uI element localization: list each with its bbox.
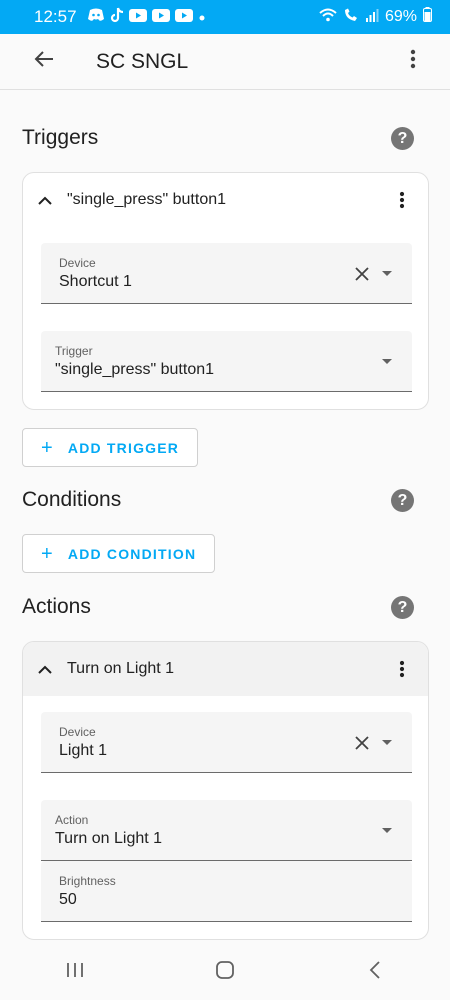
signal-icon bbox=[365, 8, 379, 27]
dropdown-arrow-icon[interactable] bbox=[382, 828, 392, 833]
clear-icon[interactable] bbox=[354, 266, 370, 282]
recents-button[interactable] bbox=[45, 953, 105, 993]
help-icon[interactable]: ? bbox=[391, 127, 414, 150]
add-condition-label: ADD CONDITION bbox=[67, 545, 197, 562]
tiktok-icon bbox=[110, 7, 124, 28]
trigger-card-header[interactable]: "single_press" button1 bbox=[23, 173, 428, 227]
home-button[interactable] bbox=[195, 953, 255, 993]
youtube-icon bbox=[151, 7, 170, 27]
field-value: Turn on Light 1 bbox=[55, 830, 163, 847]
field-label: Brightness bbox=[59, 874, 116, 888]
wifi-icon bbox=[319, 8, 337, 27]
action-card-header[interactable]: Turn on Light 1 bbox=[23, 642, 428, 696]
overflow-menu-icon[interactable] bbox=[392, 660, 412, 678]
trigger-device-field[interactable]: Device Shortcut 1 bbox=[41, 243, 412, 304]
field-value: "single_press" button1 bbox=[55, 361, 215, 378]
more-notifications-dot-icon bbox=[198, 7, 206, 27]
field-value: Shortcut 1 bbox=[59, 273, 132, 290]
system-nav-bar bbox=[0, 945, 450, 1000]
page-title: SC SNGL bbox=[96, 49, 189, 73]
plus-icon: + bbox=[41, 436, 54, 459]
action-type-field[interactable]: Action Turn on Light 1 bbox=[41, 800, 412, 861]
chevron-up-icon[interactable] bbox=[37, 196, 53, 205]
overflow-menu-icon[interactable] bbox=[392, 191, 412, 209]
actions-title: Actions bbox=[22, 595, 91, 618]
conditions-title: Conditions bbox=[22, 488, 122, 511]
triggers-title: Triggers bbox=[22, 126, 99, 149]
trigger-type-field[interactable]: Trigger "single_press" button1 bbox=[41, 331, 412, 392]
nav-back-icon bbox=[369, 961, 381, 984]
overflow-menu-icon bbox=[410, 49, 416, 74]
battery-level-text: 69% bbox=[384, 8, 417, 25]
notification-icons bbox=[87, 7, 206, 28]
clear-icon[interactable] bbox=[354, 735, 370, 751]
recents-icon bbox=[66, 962, 84, 983]
app-bar: SC SNGL bbox=[0, 34, 450, 90]
action-card-title: Turn on Light 1 bbox=[67, 660, 175, 677]
dropdown-arrow-icon[interactable] bbox=[382, 740, 392, 745]
add-trigger-button[interactable]: + ADD TRIGGER bbox=[22, 428, 199, 467]
help-icon[interactable]: ? bbox=[391, 596, 414, 619]
help-icon[interactable]: ? bbox=[391, 489, 414, 512]
field-label: Device bbox=[59, 256, 96, 270]
add-trigger-label: ADD TRIGGER bbox=[67, 439, 180, 456]
field-label: Action bbox=[55, 813, 89, 827]
wifi-calling-icon bbox=[343, 7, 359, 28]
field-label: Device bbox=[59, 725, 96, 739]
overflow-menu-button[interactable] bbox=[398, 42, 428, 82]
discord-icon bbox=[87, 7, 105, 27]
youtube-icon bbox=[128, 7, 147, 27]
action-device-field[interactable]: Device Light 1 bbox=[41, 712, 412, 773]
status-bar: 12:57 69% bbox=[0, 0, 450, 34]
dropdown-arrow-icon[interactable] bbox=[382, 271, 392, 276]
brightness-field[interactable]: Brightness 50 bbox=[41, 861, 412, 922]
nav-back-button[interactable] bbox=[345, 953, 405, 993]
battery-icon bbox=[423, 7, 432, 27]
field-value: 50 bbox=[59, 891, 77, 908]
action-card: Turn on Light 1 Device Light 1 Action Tu… bbox=[22, 641, 429, 940]
back-button[interactable] bbox=[16, 34, 72, 90]
youtube-icon bbox=[174, 7, 193, 27]
trigger-card: "single_press" button1 Device Shortcut 1… bbox=[22, 172, 429, 410]
plus-icon: + bbox=[41, 542, 54, 565]
home-icon bbox=[215, 960, 235, 985]
field-label: Trigger bbox=[55, 344, 93, 358]
add-condition-button[interactable]: + ADD CONDITION bbox=[22, 534, 216, 573]
field-value: Light 1 bbox=[59, 742, 108, 759]
trigger-card-title: "single_press" button1 bbox=[67, 191, 227, 208]
status-time: 12:57 bbox=[34, 7, 77, 26]
chevron-up-icon[interactable] bbox=[37, 665, 53, 674]
dropdown-arrow-icon[interactable] bbox=[382, 359, 392, 364]
back-arrow-icon bbox=[34, 50, 54, 73]
